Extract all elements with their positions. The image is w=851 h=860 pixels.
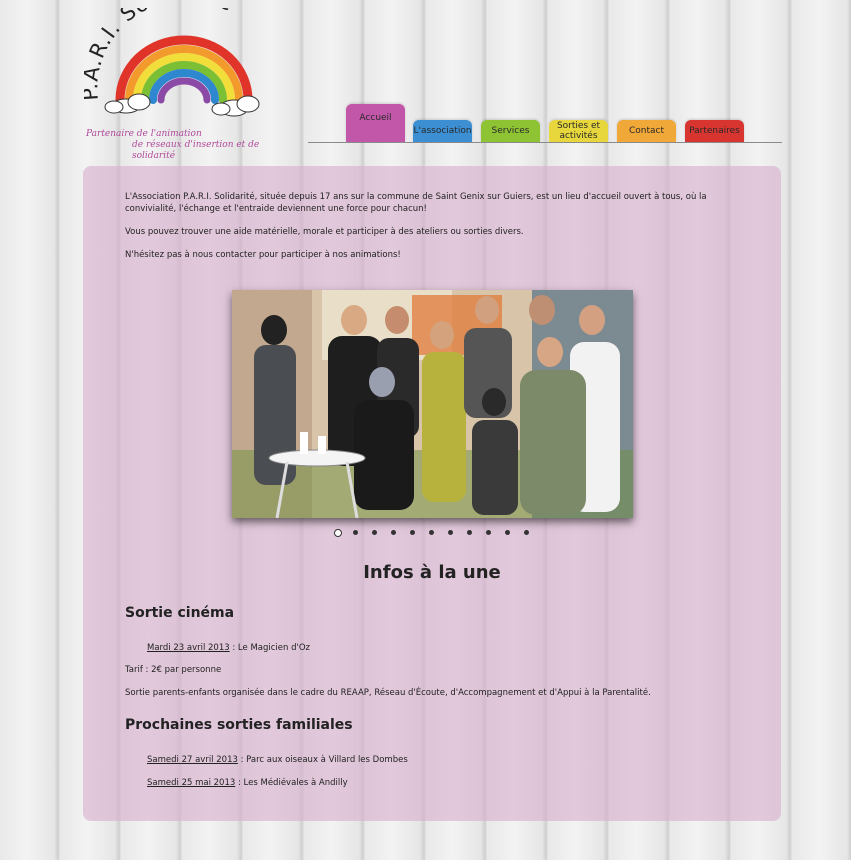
slide-dot-1[interactable]	[334, 529, 342, 537]
main-content-panel: L'Association P.A.R.I. Solidarité, situé…	[83, 166, 781, 821]
familiale-event-2-date-link[interactable]: Samedi 25 mai 2013	[147, 778, 235, 788]
main-navigation: Accueil L'association Services Sorties e…	[308, 102, 782, 143]
tab-accueil[interactable]: Accueil	[346, 104, 405, 142]
logo-tagline: Partenaire de l'animation de réseaux d'i…	[86, 129, 296, 162]
familiale-event-1: Samedi 27 avril 2013 : Parc aux oiseaux …	[147, 754, 408, 766]
slide-dot-6[interactable]	[429, 530, 434, 535]
tab-sorties-label: Sorties et activités	[556, 121, 601, 141]
slide-dot-7[interactable]	[448, 530, 453, 535]
slide-dot-3[interactable]	[372, 530, 377, 535]
tab-association[interactable]: L'association	[413, 120, 472, 142]
cinema-description: Sortie parents-enfants organisée dans le…	[125, 688, 651, 698]
familiale-event-1-date-link[interactable]: Samedi 27 avril 2013	[147, 755, 238, 765]
slide-dot-5[interactable]	[410, 530, 415, 535]
slide-dot-10[interactable]	[505, 530, 510, 535]
cinema-event-text: : Le Magicien d'Oz	[229, 643, 310, 653]
rainbow-logo-icon: P.A.R.I. Solidarité	[84, 8, 260, 117]
logo-tagline-line1: Partenaire de l'animation	[86, 129, 202, 139]
slide-dot-8[interactable]	[467, 530, 472, 535]
tab-association-label: L'association	[413, 126, 472, 136]
nav-divider	[308, 142, 782, 143]
tab-services[interactable]: Services	[481, 120, 540, 142]
tab-services-label: Services	[491, 126, 530, 136]
tab-partenaires-label: Partenaires	[689, 126, 740, 136]
slide-dot-4[interactable]	[391, 530, 396, 535]
prochaines-sorties-heading: Prochaines sorties familiales	[125, 717, 353, 733]
tab-contact[interactable]: Contact	[617, 120, 676, 142]
logo-tagline-line2: de réseaux d'insertion et de solidarité	[132, 140, 260, 161]
familiale-event-2: Samedi 25 mai 2013 : Les Médiévales à An…	[147, 777, 348, 789]
sortie-cinema-heading: Sortie cinéma	[125, 605, 235, 621]
familiale-event-1-text: : Parc aux oiseaux à Villard les Dombes	[237, 755, 408, 765]
slideshow-image[interactable]	[232, 290, 633, 518]
cinema-event: Mardi 23 avril 2013 : Le Magicien d'Oz	[147, 642, 310, 654]
slide-dot-9[interactable]	[486, 530, 491, 535]
slide-dot-2[interactable]	[353, 530, 358, 535]
group-photo-image	[232, 290, 633, 518]
site-logo[interactable]: P.A.R.I. Solidarité Partenaire de l'anim…	[84, 8, 294, 161]
infos-heading: Infos à la une	[363, 562, 501, 583]
intro-paragraph-1: L'Association P.A.R.I. Solidarité, situé…	[125, 192, 707, 214]
tab-partenaires[interactable]: Partenaires	[685, 120, 744, 142]
tab-accueil-label: Accueil	[359, 113, 392, 123]
tab-sorties-activites[interactable]: Sorties et activités	[549, 120, 608, 142]
intro-paragraph-2: Vous pouvez trouver une aide matérielle,…	[125, 227, 524, 237]
familiale-event-2-text: : Les Médiévales à Andilly	[235, 778, 348, 788]
cinema-tarif: Tarif : 2€ par personne	[125, 665, 222, 675]
cinema-event-date-link[interactable]: Mardi 23 avril 2013	[147, 643, 230, 653]
slide-dot-11[interactable]	[524, 530, 529, 535]
intro-paragraph-3: N'hésitez pas à nous contacter pour part…	[125, 250, 401, 260]
tab-contact-label: Contact	[628, 126, 664, 136]
